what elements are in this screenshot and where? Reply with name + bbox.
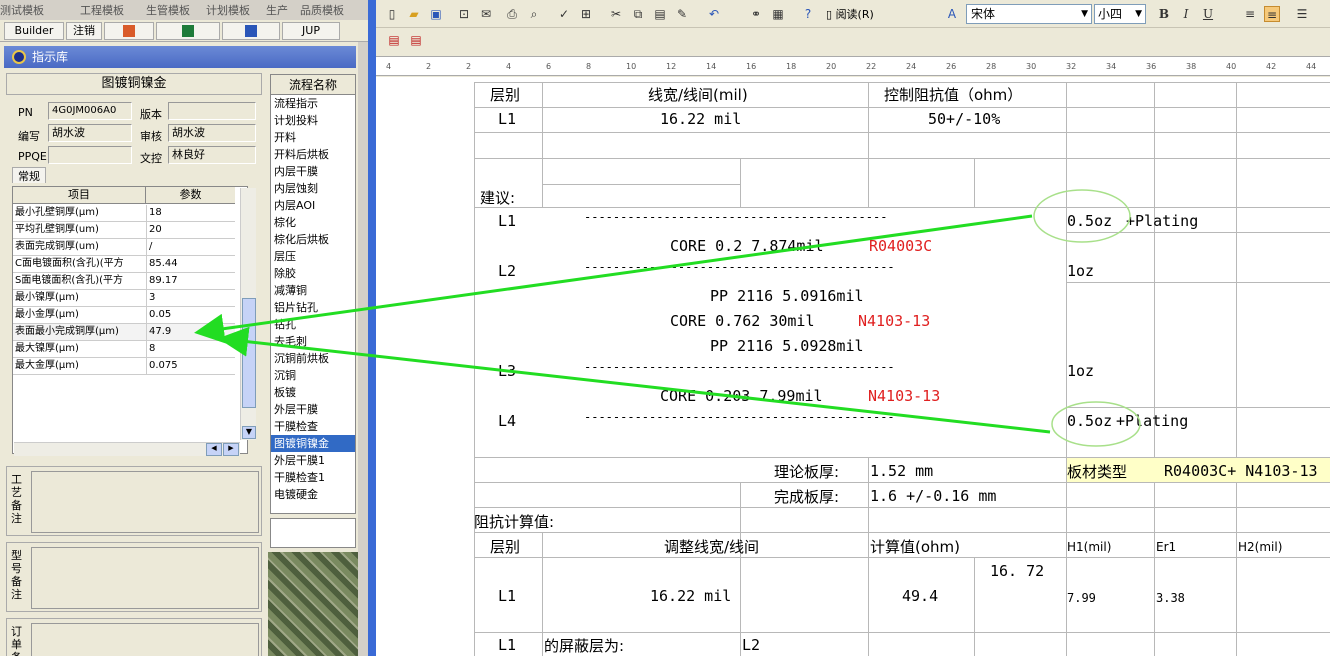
annotation-arrow [194, 214, 1033, 344]
annotation-arrow [218, 326, 1051, 434]
highlight-ellipse [1051, 401, 1141, 447]
annotation-overlay [194, 189, 1141, 447]
highlight-ellipse [1033, 189, 1131, 243]
